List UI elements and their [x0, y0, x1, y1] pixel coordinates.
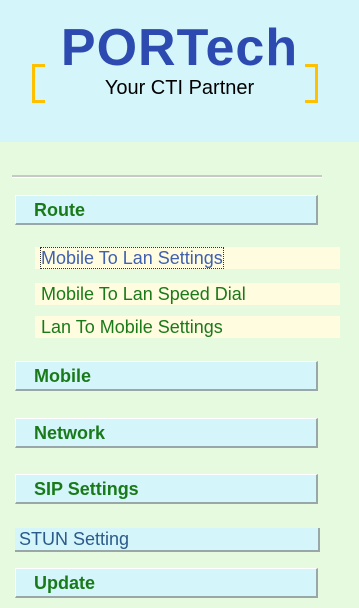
logo-area: PORTech Your CTI Partner	[0, 0, 359, 142]
brand-tagline: Your CTI Partner	[104, 77, 255, 99]
menu-sip-settings-button[interactable]: SIP Settings	[15, 474, 318, 504]
menu-item-stun-setting[interactable]: STUN Setting	[15, 528, 320, 552]
brand-logo: PORTech	[60, 19, 299, 77]
menu-update-button[interactable]: Update	[15, 568, 318, 598]
menu-mobile-button[interactable]: Mobile	[15, 361, 318, 391]
menu-item-label: Mobile To Lan Settings	[40, 247, 224, 269]
menu-item-lan-to-mobile-settings[interactable]: Lan To Mobile Settings	[35, 316, 340, 338]
menu-network-button[interactable]: Network	[15, 418, 318, 448]
menu-item-mobile-to-lan-settings[interactable]: Mobile To Lan Settings	[35, 247, 340, 269]
menu-divider	[12, 175, 322, 178]
menu-route-button[interactable]: Route	[15, 195, 318, 225]
menu-item-mobile-to-lan-speed-dial[interactable]: Mobile To Lan Speed Dial	[35, 283, 340, 305]
